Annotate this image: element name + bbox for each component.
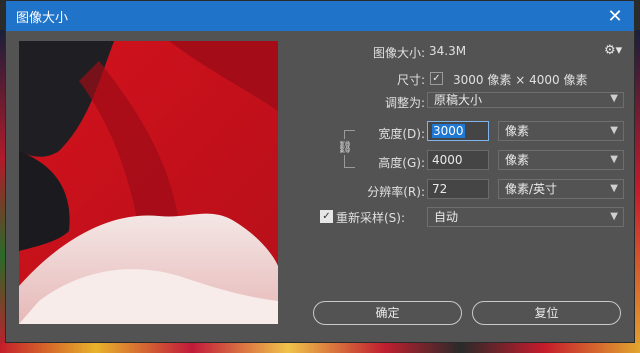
resample-dropdown[interactable]: 自动 ▼ [427, 207, 624, 227]
chevron-down-icon: ▼ [610, 211, 618, 222]
resample-checkbox[interactable]: ✓ [320, 210, 333, 223]
dimensions-label: 尺寸: [396, 73, 425, 87]
title-bar: 图像大小 ✕ [6, 1, 634, 31]
dimensions-toggle[interactable]: ✓ [430, 72, 443, 85]
dimensions-unit-2: 像素 [563, 73, 588, 87]
fit-to-label: 调整为: [384, 96, 425, 110]
dimensions-width: 3000 [453, 73, 484, 87]
dimensions-times: × [515, 73, 526, 87]
chevron-down-icon: ▼ [610, 93, 618, 104]
background-photo-bottom [0, 343, 640, 353]
image-size-dialog: 图像大小 ✕ 图像大小: 34.3M ⚙▾ 尺寸: ✓ 3000 像素 × 40… [5, 0, 635, 343]
chevron-down-icon: ▼ [610, 183, 618, 194]
reset-button[interactable]: 复位 [472, 301, 621, 325]
height-unit-dropdown[interactable]: 像素 ▼ [498, 150, 624, 170]
ok-button[interactable]: 确定 [313, 301, 462, 325]
gear-icon[interactable]: ⚙▾ [604, 43, 622, 58]
dimensions-height: 4000 [529, 73, 560, 87]
dimensions-value: 3000 像素 × 4000 像素 [453, 71, 588, 88]
resolution-input[interactable]: 72 [427, 179, 489, 199]
resample-label: 重新采样(S): [336, 211, 406, 225]
fit-to-value: 原稿大小 [434, 93, 483, 107]
width-label: 宽度(D): [378, 127, 425, 141]
width-unit-value: 像素 [505, 124, 530, 138]
width-input[interactable]: 3000 [427, 121, 489, 141]
width-value: 3000 [432, 124, 465, 138]
height-input[interactable]: 4000 [427, 150, 489, 170]
resolution-label: 分辨率(R): [367, 185, 425, 199]
dimensions-unit-1: 像素 [487, 73, 512, 87]
height-value: 4000 [432, 153, 463, 167]
resample-value: 自动 [434, 210, 459, 224]
height-unit-value: 像素 [505, 153, 530, 167]
width-unit-dropdown[interactable]: 像素 ▼ [498, 121, 624, 141]
close-icon[interactable]: ✕ [604, 5, 626, 27]
image-size-value: 34.3M [429, 44, 467, 58]
resolution-unit-dropdown[interactable]: 像素/英寸 ▼ [498, 179, 624, 199]
chevron-down-icon: ▼ [610, 154, 618, 165]
dialog-title: 图像大小 [16, 10, 69, 26]
preview-image [19, 41, 278, 324]
resolution-unit-value: 像素/英寸 [505, 182, 558, 196]
image-size-label: 图像大小: [372, 46, 425, 60]
fit-to-dropdown[interactable]: 原稿大小 ▼ [427, 92, 624, 108]
chain-link-icon[interactable]: ⛓ [337, 139, 353, 155]
height-label: 高度(G): [378, 156, 425, 170]
image-preview[interactable] [19, 41, 278, 324]
resolution-value: 72 [432, 182, 448, 196]
chevron-down-icon: ▼ [610, 125, 618, 136]
